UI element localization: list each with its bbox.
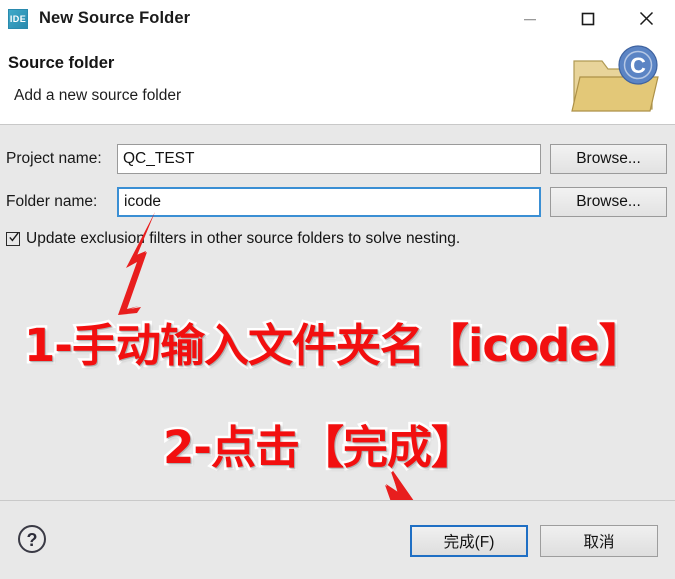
header-title: Source folder: [8, 54, 115, 72]
folder-browse-button[interactable]: Browse...: [550, 187, 667, 217]
finish-button[interactable]: 完成(F): [410, 525, 528, 557]
close-icon: [639, 11, 653, 26]
minimize-button[interactable]: [501, 0, 559, 37]
new-source-folder-dialog: IDE New Source Folder Source folder Add …: [0, 0, 675, 579]
window-title: New Source Folder: [39, 9, 191, 27]
checkmark-icon: [9, 232, 19, 242]
dialog-header: Source folder Add a new source folder C: [0, 37, 675, 125]
project-name-label: Project name:: [6, 150, 102, 167]
minimize-icon: [524, 18, 536, 20]
update-exclusion-filters-label: Update exclusion filters in other source…: [26, 230, 461, 247]
annotation-step-1-text: 1-手动输入文件夹名【icode】: [22, 317, 647, 375]
help-question-icon[interactable]: ?: [16, 523, 48, 555]
close-button[interactable]: [617, 0, 675, 37]
folder-name-label: Folder name:: [6, 193, 98, 210]
title-bar: IDE New Source Folder: [0, 0, 675, 37]
folder-with-c-badge-icon: C: [571, 45, 659, 112]
annotation-step-2-text: 2-点击【完成】: [161, 419, 479, 477]
window-controls: [501, 0, 675, 37]
ide-app-icon: IDE: [8, 8, 28, 29]
svg-text:C: C: [630, 53, 646, 78]
cancel-button[interactable]: 取消: [540, 525, 658, 557]
update-exclusion-filters-checkbox[interactable]: [6, 232, 20, 246]
header-description: Add a new source folder: [14, 87, 182, 104]
svg-text:?: ?: [27, 530, 38, 550]
folder-name-input[interactable]: [117, 187, 541, 217]
project-name-input[interactable]: [117, 144, 541, 174]
ide-app-icon-label: IDE: [9, 13, 27, 24]
update-exclusion-filters-checkbox-row[interactable]: Update exclusion filters in other source…: [6, 230, 460, 248]
maximize-button[interactable]: [559, 0, 617, 37]
dialog-footer: ? 完成(F) 取消: [0, 500, 675, 579]
project-browse-button[interactable]: Browse...: [550, 144, 667, 174]
maximize-icon: [581, 12, 595, 25]
